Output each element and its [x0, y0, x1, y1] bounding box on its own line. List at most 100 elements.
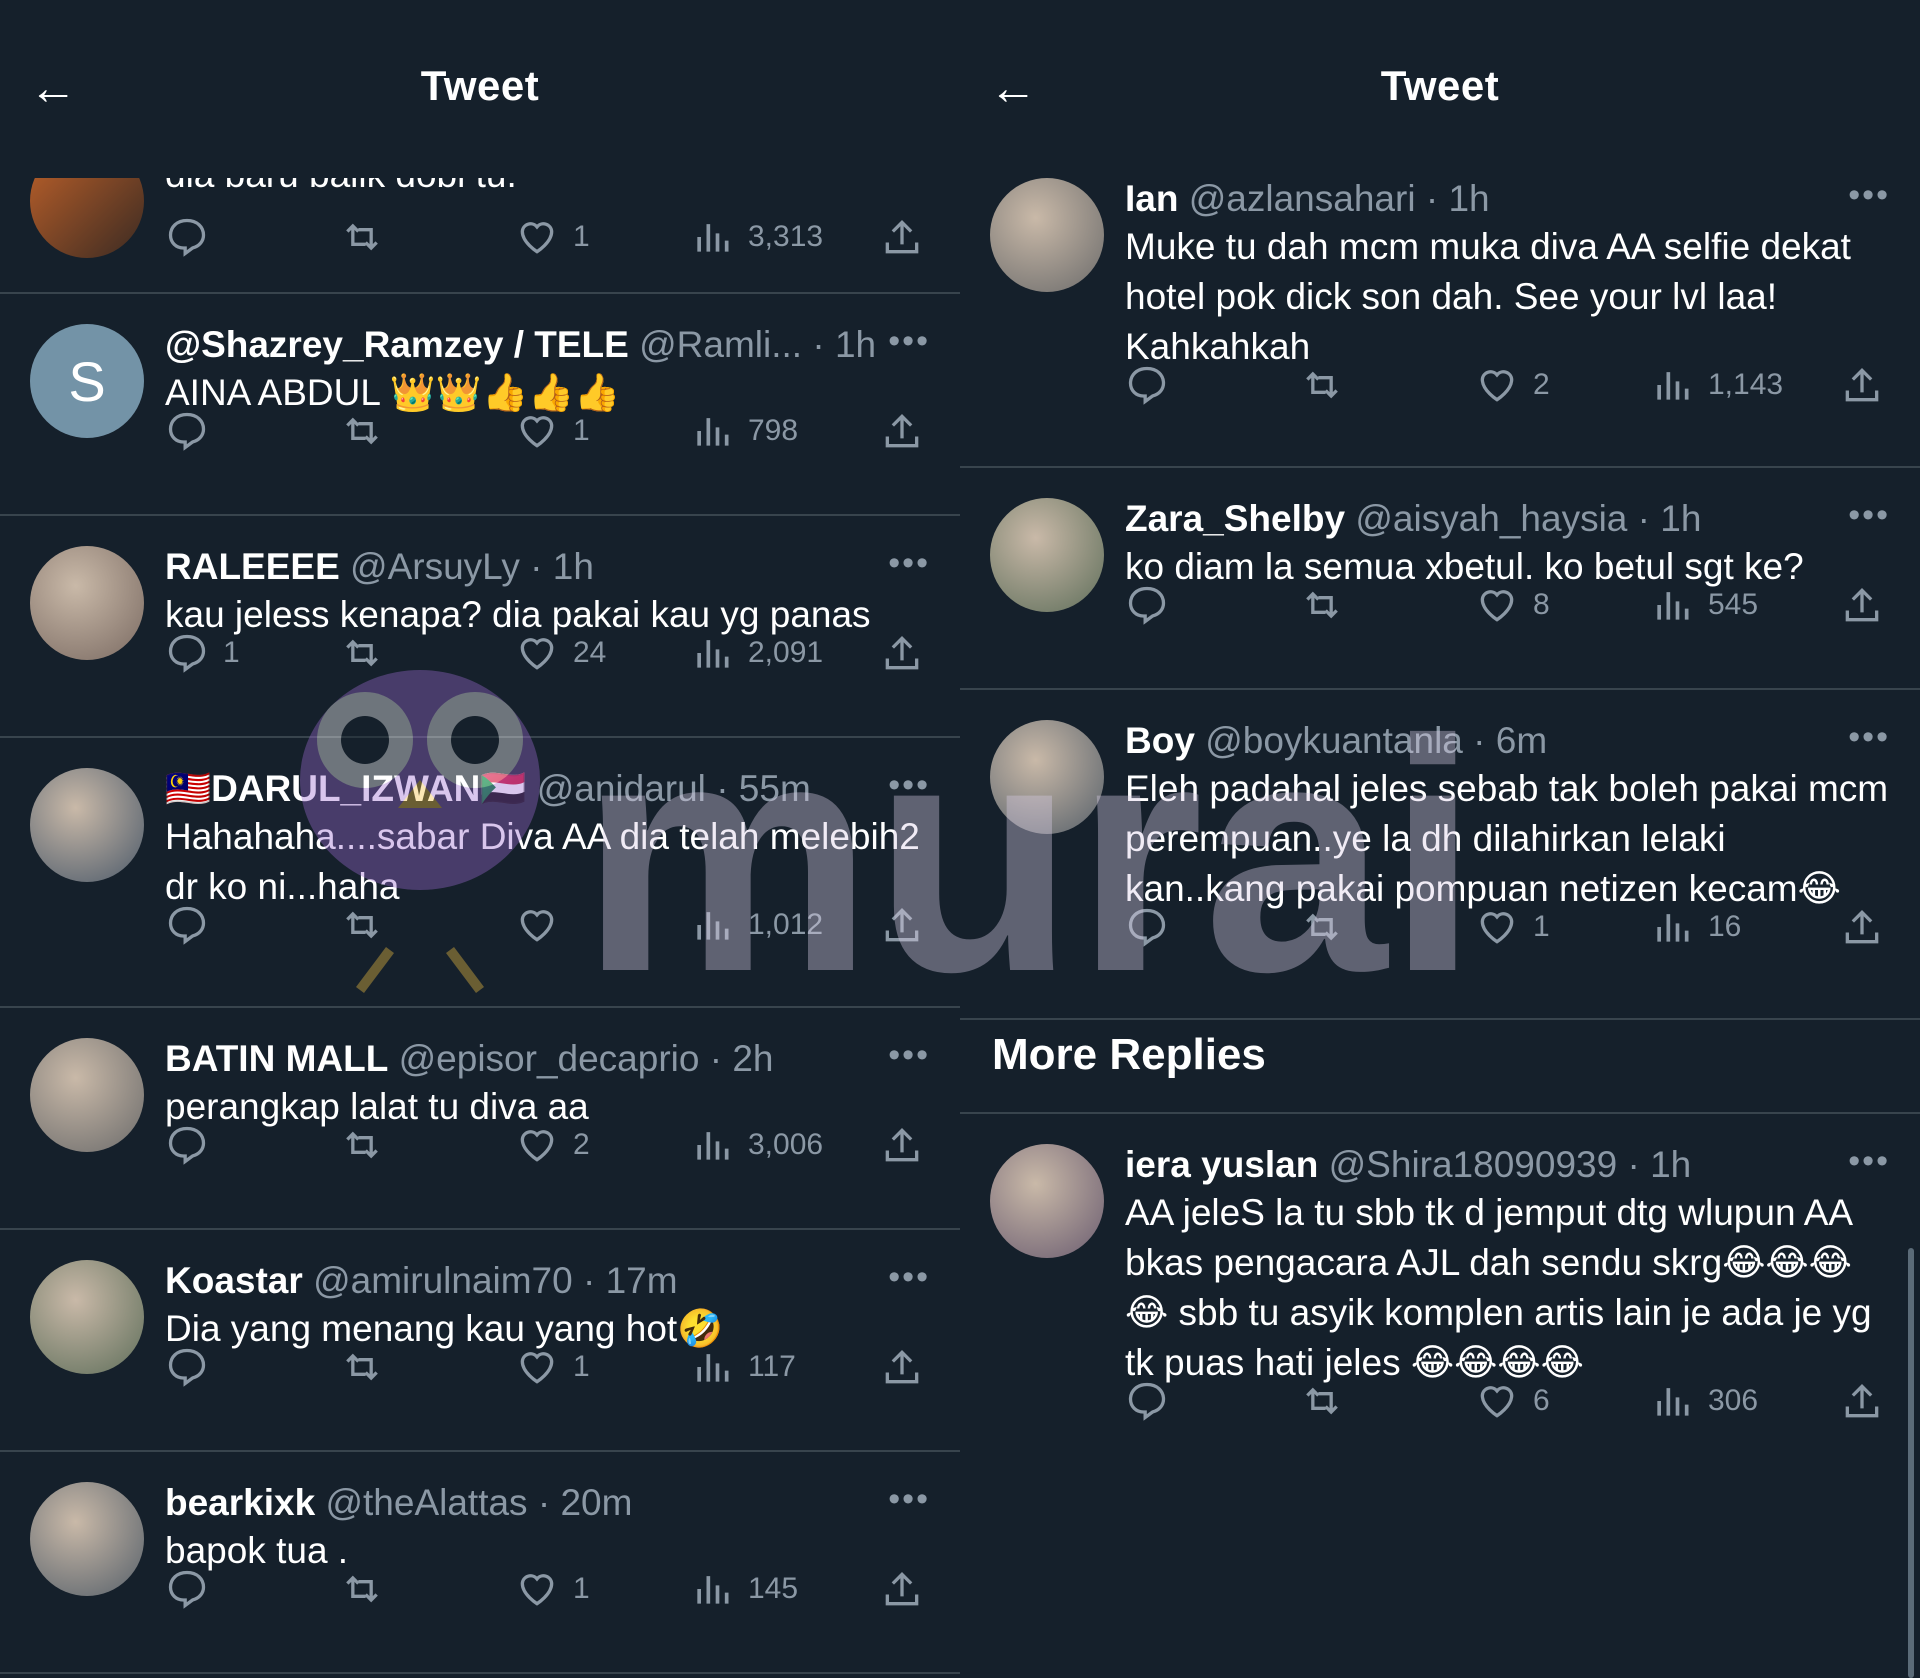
retweet-button[interactable] — [340, 1123, 398, 1167]
display-name[interactable]: Ian — [1125, 178, 1178, 219]
like-button[interactable]: 1 — [515, 1567, 590, 1611]
share-button[interactable] — [880, 631, 938, 675]
avatar[interactable] — [30, 1038, 144, 1152]
reply-button[interactable] — [165, 1345, 223, 1389]
avatar[interactable] — [30, 1482, 144, 1596]
user-handle[interactable]: @boykuantanla — [1205, 720, 1463, 761]
like-button[interactable]: 2 — [515, 1123, 590, 1167]
views-button[interactable]: 545 — [1650, 583, 1758, 627]
timestamp[interactable]: 20m — [560, 1482, 632, 1523]
reply-tweet[interactable]: Ian @azlansahari · 1h ••• Muke tu dah mc… — [960, 148, 1920, 468]
user-handle[interactable]: @aisyah_haysia — [1355, 498, 1627, 539]
user-handle[interactable]: @Ramli... — [639, 324, 802, 365]
avatar[interactable] — [30, 768, 144, 882]
more-options-icon[interactable]: ••• — [1848, 718, 1890, 757]
reply-tweet[interactable]: S @Shazrey_Ramzey / TELE @Ramli... · 1h … — [0, 294, 960, 516]
views-button[interactable]: 3,313 — [690, 215, 823, 259]
retweet-button[interactable] — [1300, 1379, 1358, 1423]
reply-tweet[interactable]: iera yuslan @Shira18090939 · 1h ••• AA j… — [960, 1114, 1920, 1494]
views-button[interactable]: 798 — [690, 409, 798, 453]
share-button[interactable] — [880, 215, 938, 259]
retweet-button[interactable] — [340, 1567, 398, 1611]
views-button[interactable]: 1,143 — [1650, 363, 1783, 407]
more-options-icon[interactable]: ••• — [888, 1036, 930, 1075]
display-name[interactable]: Boy — [1125, 720, 1195, 761]
retweet-button[interactable] — [1300, 583, 1358, 627]
display-name[interactable]: iera yuslan — [1125, 1144, 1318, 1185]
display-name[interactable]: Zara_Shelby — [1125, 498, 1345, 539]
more-options-icon[interactable]: ••• — [1848, 1142, 1890, 1181]
scrollbar[interactable] — [1908, 1248, 1914, 1678]
share-button[interactable] — [1840, 1379, 1898, 1423]
user-handle[interactable]: @anidarul — [537, 768, 706, 809]
timestamp[interactable]: 1h — [1650, 1144, 1691, 1185]
avatar[interactable] — [990, 178, 1104, 292]
user-handle[interactable]: @azlansahari — [1189, 178, 1416, 219]
share-button[interactable] — [1840, 363, 1898, 407]
display-name[interactable]: Koastar — [165, 1260, 303, 1301]
share-button[interactable] — [880, 1345, 938, 1389]
avatar[interactable] — [990, 720, 1104, 834]
reply-button[interactable] — [165, 903, 223, 947]
reply-tweet[interactable]: BATIN MALL @episor_decaprio · 2h ••• per… — [0, 1008, 960, 1230]
views-button[interactable]: 16 — [1650, 905, 1741, 949]
display-name[interactable]: 🇲🇾DARUL_IZWAN🇸🇩 — [165, 768, 526, 809]
avatar[interactable] — [30, 1260, 144, 1374]
retweet-button[interactable] — [340, 1345, 398, 1389]
reply-tweet[interactable]: Boy @boykuantanla · 6m ••• Eleh padahal … — [960, 690, 1920, 1020]
reply-button[interactable] — [165, 409, 223, 453]
reply-button[interactable] — [1125, 905, 1183, 949]
reply-button[interactable]: 1 — [165, 631, 240, 675]
avatar[interactable] — [30, 546, 144, 660]
retweet-button[interactable] — [340, 631, 398, 675]
avatar[interactable] — [990, 1144, 1104, 1258]
share-button[interactable] — [880, 903, 938, 947]
views-button[interactable]: 145 — [690, 1567, 798, 1611]
reply-button[interactable] — [165, 1567, 223, 1611]
timestamp[interactable]: 6m — [1496, 720, 1547, 761]
retweet-button[interactable] — [1300, 363, 1358, 407]
user-handle[interactable]: @episor_decaprio — [399, 1038, 700, 1079]
user-handle[interactable]: @Shira18090939 — [1329, 1144, 1618, 1185]
views-button[interactable]: 306 — [1650, 1379, 1758, 1423]
share-button[interactable] — [1840, 905, 1898, 949]
share-button[interactable] — [880, 409, 938, 453]
like-button[interactable]: 1 — [515, 215, 590, 259]
like-button[interactable]: 8 — [1475, 583, 1550, 627]
like-button[interactable]: 2 — [1475, 363, 1550, 407]
timestamp[interactable]: 55m — [739, 768, 811, 809]
more-options-icon[interactable]: ••• — [1848, 496, 1890, 535]
retweet-button[interactable] — [340, 903, 398, 947]
timestamp[interactable]: 2h — [732, 1038, 773, 1079]
share-button[interactable] — [1840, 583, 1898, 627]
user-handle[interactable]: @amirulnaim70 — [313, 1260, 573, 1301]
reply-tweet[interactable]: RALEEEE @ArsuyLy · 1h ••• kau jeless ken… — [0, 516, 960, 738]
reply-tweet[interactable]: 🇲🇾DARUL_IZWAN🇸🇩 @anidarul · 55m ••• Haha… — [0, 738, 960, 1008]
display-name[interactable]: bearkixk — [165, 1482, 315, 1523]
retweet-button[interactable] — [1300, 905, 1358, 949]
timestamp[interactable]: 1h — [835, 324, 876, 365]
views-button[interactable]: 1,012 — [690, 903, 823, 947]
reply-button[interactable] — [165, 1123, 223, 1167]
display-name[interactable]: BATIN MALL — [165, 1038, 388, 1079]
like-button[interactable]: 6 — [1475, 1379, 1550, 1423]
reply-button[interactable] — [1125, 583, 1183, 627]
like-button[interactable] — [515, 903, 573, 947]
more-options-icon[interactable]: ••• — [888, 322, 930, 361]
reply-button[interactable] — [1125, 1379, 1183, 1423]
reply-tweet[interactable]: bearkixk @theAlattas · 20m ••• bapok tua… — [0, 1452, 960, 1674]
display-name[interactable]: RALEEEE — [165, 546, 340, 587]
display-name[interactable]: @Shazrey_Ramzey / TELE — [165, 324, 629, 365]
views-button[interactable]: 2,091 — [690, 631, 823, 675]
timestamp[interactable]: 1h — [1448, 178, 1489, 219]
views-button[interactable]: 117 — [690, 1345, 796, 1389]
timestamp[interactable]: 17m — [606, 1260, 678, 1301]
avatar[interactable]: S — [30, 324, 144, 438]
views-button[interactable]: 3,006 — [690, 1123, 823, 1167]
more-options-icon[interactable]: ••• — [888, 766, 930, 805]
like-button[interactable]: 1 — [515, 409, 590, 453]
share-button[interactable] — [880, 1123, 938, 1167]
like-button[interactable]: 24 — [515, 631, 606, 675]
more-options-icon[interactable]: ••• — [888, 544, 930, 583]
timestamp[interactable]: 1h — [1660, 498, 1701, 539]
